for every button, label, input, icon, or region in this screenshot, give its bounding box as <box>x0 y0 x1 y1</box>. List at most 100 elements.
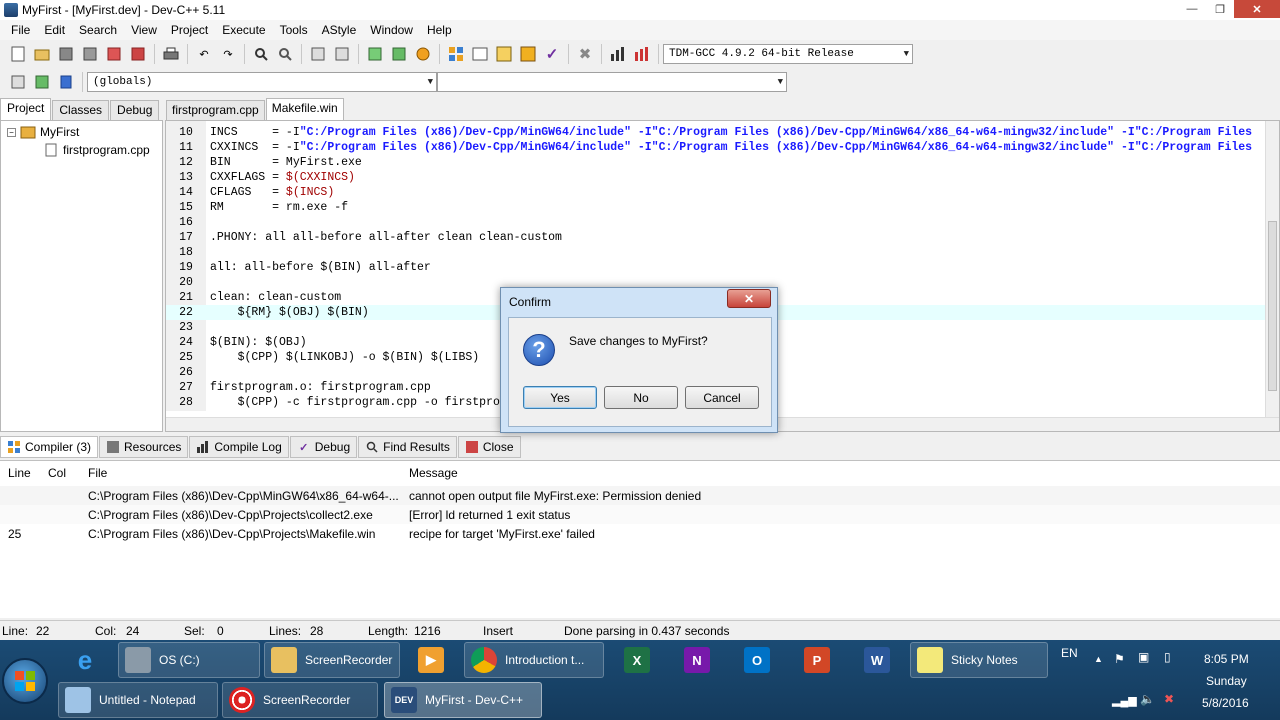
tab-debug[interactable]: Debug <box>110 100 160 120</box>
tab-firstprogram-cpp[interactable]: firstprogram.cpp <box>166 100 265 120</box>
outlook-button[interactable]: O <box>738 642 782 678</box>
no-button[interactable]: No <box>604 386 678 409</box>
vertical-scrollbar[interactable] <box>1265 121 1279 417</box>
print-icon[interactable] <box>161 44 181 64</box>
tab-resources[interactable]: Resources <box>99 436 189 458</box>
menu-edit[interactable]: Edit <box>37 23 72 37</box>
tab-find-results[interactable]: Find Results <box>358 436 457 458</box>
code-line[interactable]: 12 BIN = MyFirst.exe <box>166 155 1266 170</box>
menu-astyle[interactable]: AStyle <box>315 23 364 37</box>
col-header-col[interactable]: Col <box>48 466 66 480</box>
yes-button[interactable]: Yes <box>523 386 597 409</box>
menu-view[interactable]: View <box>124 23 164 37</box>
compiler-select[interactable]: TDM-GCC 4.9.2 64-bit Release ▼ <box>663 44 913 64</box>
cancel-button[interactable]: Cancel <box>685 386 759 409</box>
clock-time[interactable]: 8:05 PM <box>1204 652 1249 666</box>
menu-tools[interactable]: Tools <box>273 23 315 37</box>
code-line[interactable]: 19 all: all-before $(BIN) all-after <box>166 260 1266 275</box>
tab-makefile-win[interactable]: Makefile.win <box>265 98 344 120</box>
menu-execute[interactable]: Execute <box>215 23 272 37</box>
tree-file-item[interactable]: firstprogram.cpp <box>45 143 150 157</box>
taskbar-devcpp[interactable]: DEV MyFirst - Dev-C++ <box>384 682 542 718</box>
tab-compile-log[interactable]: Compile Log <box>189 436 289 458</box>
goto-declaration-icon[interactable] <box>32 72 52 92</box>
unindent-icon[interactable] <box>332 44 352 64</box>
onenote-button[interactable]: N <box>678 642 722 678</box>
tab-classes[interactable]: Classes <box>52 100 110 120</box>
dialog-close-button[interactable]: ✕ <box>727 289 771 308</box>
taskbar-screenrecorder-app[interactable]: ScreenRecorder <box>222 682 378 718</box>
taskbar-notepad[interactable]: Untitled - Notepad <box>58 682 218 718</box>
menu-search[interactable]: Search <box>72 23 124 37</box>
menu-file[interactable]: File <box>4 23 37 37</box>
tree-root-item[interactable]: − MyFirst <box>7 125 79 139</box>
signal-icon[interactable]: ▂▄▆ <box>1112 694 1137 707</box>
close-file-icon[interactable] <box>104 44 124 64</box>
tab-close[interactable]: Close <box>457 436 521 458</box>
battery-icon[interactable]: ▯ <box>1164 650 1171 664</box>
action-center-icon[interactable]: ⚑ <box>1114 652 1125 666</box>
tab-debug-output[interactable]: ✓ Debug <box>289 436 358 458</box>
code-line[interactable]: 11 CXXINCS = -I"C:/Program Files (x86)/De… <box>166 140 1266 155</box>
menu-project[interactable]: Project <box>164 23 215 37</box>
menu-window[interactable]: Window <box>363 23 420 37</box>
start-button[interactable] <box>2 658 48 704</box>
function-select[interactable]: ▼ <box>437 72 787 92</box>
insert-icon[interactable] <box>8 72 28 92</box>
minimize-button[interactable]: — <box>1178 0 1206 18</box>
close-all-icon[interactable] <box>128 44 148 64</box>
rebuild-icon[interactable] <box>518 44 538 64</box>
taskbar-sticky-notes[interactable]: Sticky Notes <box>910 642 1048 678</box>
code-line[interactable]: 17 .PHONY: all all-before all-after clean… <box>166 230 1266 245</box>
compile-icon[interactable] <box>446 44 466 64</box>
bookmark-icon[interactable] <box>389 44 409 64</box>
profile-icon[interactable] <box>608 44 628 64</box>
code-line[interactable]: 10 INCS = -I"C:/Program Files (x86)/Dev-C… <box>166 125 1266 140</box>
collapse-icon[interactable]: − <box>7 127 16 137</box>
network-icon[interactable]: ▣ <box>1138 650 1149 664</box>
code-line[interactable]: 15 RM = rm.exe -f <box>166 200 1266 215</box>
undo-icon[interactable]: ↶ <box>194 44 214 64</box>
powerpoint-button[interactable]: P <box>798 642 842 678</box>
find-icon[interactable] <box>251 44 271 64</box>
taskbar-os-c[interactable]: OS (C:) <box>118 642 260 678</box>
taskbar-chrome[interactable]: Introduction t... <box>464 642 604 678</box>
stop-execution-icon[interactable]: ✖ <box>575 44 595 64</box>
scrollbar-thumb[interactable] <box>1268 221 1277 391</box>
col-header-line[interactable]: Line <box>8 466 31 480</box>
tab-compiler[interactable]: Compiler (3) <box>0 436 99 458</box>
menu-help[interactable]: Help <box>420 23 459 37</box>
delete-profile-icon[interactable] <box>632 44 652 64</box>
replace-icon[interactable] <box>275 44 295 64</box>
media-player-button[interactable]: ▶ <box>412 642 456 678</box>
save-all-icon[interactable] <box>80 44 100 64</box>
compile-run-icon[interactable] <box>494 44 514 64</box>
maximize-button[interactable]: ❐ <box>1206 0 1234 18</box>
word-button[interactable]: W <box>858 642 902 678</box>
syntax-check-icon[interactable]: ✓ <box>542 44 562 64</box>
redo-icon[interactable]: ↷ <box>218 44 238 64</box>
col-header-file[interactable]: File <box>88 466 107 480</box>
tab-project[interactable]: Project <box>0 98 52 120</box>
close-window-button[interactable]: ✕ <box>1234 0 1280 18</box>
col-header-message[interactable]: Message <box>409 466 458 480</box>
code-line[interactable]: 14 CFLAGS = $(INCS) <box>166 185 1266 200</box>
code-line[interactable]: 13 CXXFLAGS = $(CXXINCS) <box>166 170 1266 185</box>
ie-taskbar-button[interactable]: e <box>66 642 110 678</box>
show-hidden-icons-icon[interactable]: ▲ <box>1094 654 1103 664</box>
run-icon[interactable] <box>470 44 490 64</box>
toggle-bookmark-icon[interactable] <box>413 44 433 64</box>
new-file-icon[interactable] <box>8 44 28 64</box>
alert-icon[interactable]: ✖ <box>1164 692 1174 706</box>
goto-line-icon[interactable] <box>365 44 385 64</box>
open-file-icon[interactable] <box>32 44 52 64</box>
excel-button[interactable]: X <box>618 642 662 678</box>
volume-icon[interactable]: 🔈 <box>1140 692 1155 706</box>
goto-definition-icon[interactable] <box>56 72 76 92</box>
scope-select[interactable]: (globals) ▼ <box>87 72 437 92</box>
save-icon[interactable] <box>56 44 76 64</box>
language-indicator[interactable]: EN <box>1061 646 1078 660</box>
code-line[interactable]: 16 <box>166 215 1266 230</box>
code-line[interactable]: 18 <box>166 245 1266 260</box>
taskbar-screenrecorder-folder[interactable]: ScreenRecorder <box>264 642 400 678</box>
